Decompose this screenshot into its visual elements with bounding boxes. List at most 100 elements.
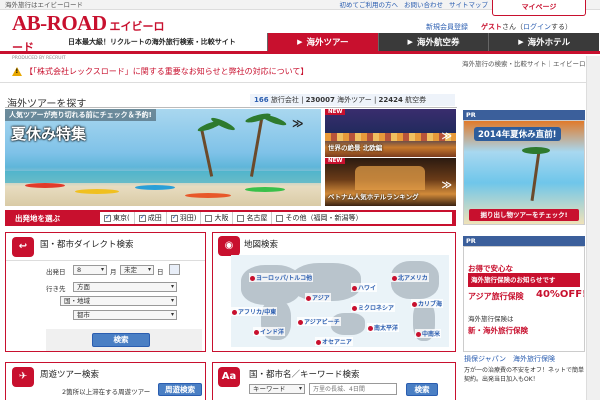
arrow-icon: ▶ (297, 38, 303, 46)
checkbox-icon[interactable] (276, 214, 284, 222)
checkbox-icon[interactable] (205, 214, 213, 222)
stats-bar: 166 旅行会社 | 230007 海外ツアー | 22424 航空券 (250, 94, 455, 106)
ins-discount: 40%OFF! (536, 289, 585, 300)
departure-osaka-label: 大阪 (214, 214, 229, 222)
sidebar-banner-title: 2014年夏休み直前! (474, 127, 561, 141)
stat-flights-label: 航空券 (405, 96, 427, 104)
month-select[interactable]: 8 (73, 265, 107, 275)
register-link[interactable]: 新規会員登録 (426, 22, 468, 32)
map-region-north-america[interactable]: 北アメリカ (391, 273, 429, 282)
departure-tokyo[interactable]: 東京( (100, 212, 135, 224)
departure-osaka[interactable]: 大阪 (201, 212, 234, 224)
sea-graphic (5, 171, 321, 183)
link-contact[interactable]: お問い合わせ (404, 0, 443, 10)
departure-tokyo-label: 東京( (113, 214, 130, 222)
departure-other-label: その他（福岡・新潟等） (285, 214, 363, 222)
departure-label: 出発地を選ぶ (15, 214, 60, 223)
destination-label: 行き先 (46, 285, 66, 293)
region-select[interactable]: 方面 (73, 282, 177, 292)
map-search-panel: ◉ 地図検索 ヨーロッパ/トルコ他 北アメリカ ハワイ アジア アフリカ/中東 … (212, 232, 456, 352)
kayak (245, 187, 285, 192)
nav-underline (0, 51, 600, 54)
tab-hotels[interactable]: ▶ 海外ホテル (488, 33, 600, 51)
day-select[interactable]: 未定 (120, 265, 154, 275)
hotel-graphic (355, 166, 425, 190)
scrollbar[interactable] (586, 56, 600, 400)
departure-other[interactable]: その他（福岡・新潟等） (272, 212, 366, 224)
harbor-houses-graphic (325, 133, 456, 141)
insurance-description: 万が一の治療費の不安をオフ！ネットで簡単契約。出発当日加入もOK！ (464, 367, 585, 383)
stat-flights: 22424 (378, 96, 403, 104)
tab-tours[interactable]: ▶ 海外ツアー (267, 33, 378, 51)
kayak (135, 185, 175, 190)
link-sitemap[interactable]: サイトマップ (449, 0, 488, 10)
keyword-search-button[interactable]: 検索 (406, 383, 438, 396)
map-region-south-pacific[interactable]: 南太平洋 (367, 323, 400, 332)
globe-icon: ◉ (218, 236, 240, 256)
direct-search-button[interactable]: 検索 (92, 333, 150, 347)
sidebar-insurance-banner[interactable]: お得で安心な 海外旅行保険のお知らせです アジア旅行保険 40%OFF! 海外旅… (463, 246, 585, 352)
main-nav: ▶ 海外ツアー ▶ 海外航空券 ▶ 海外ホテル (267, 33, 600, 51)
insurance-link[interactable]: 損保ジャパン 海外旅行保険 (464, 354, 555, 364)
link-first-time[interactable]: 初めてご利用の方へ (340, 0, 399, 10)
mypage-button[interactable]: マイページ (492, 0, 586, 16)
departure-haneda[interactable]: 羽田) (167, 212, 202, 224)
banner-nordic[interactable]: NEW 世界の絶景 北欧編 ≫ (325, 109, 456, 157)
map-region-oceania[interactable]: オセアニア (315, 337, 353, 346)
palm-tree (199, 127, 214, 177)
new-badge: NEW (325, 109, 346, 115)
day-unit: 日 (157, 268, 164, 276)
departure-nagoya[interactable]: 名古屋 (233, 212, 273, 224)
month-unit: 月 (110, 268, 117, 276)
calendar-icon[interactable] (169, 264, 180, 275)
circulation-search-button[interactable]: 周遊検索 (158, 383, 202, 396)
world-map[interactable]: ヨーロッパ/トルコ他 北アメリカ ハワイ アジア アフリカ/中東 ミクロネシア … (231, 255, 449, 347)
tab-tours-label: 海外ツアー (306, 38, 349, 48)
departure-haneda-label: 羽田) (179, 214, 197, 222)
important-notice[interactable]: 【「株式会社レックスロード」に関する重要なお知らせと弊社の対応について】 (12, 66, 308, 77)
departure-narita[interactable]: 成田 (135, 212, 167, 224)
tab-flights[interactable]: ▶ 海外航空券 (377, 33, 489, 51)
banner-vietnam-arrow-icon: ≫ (441, 180, 452, 191)
stat-tours: 230007 (305, 96, 335, 104)
ins-line-6: 新・海外旅行保険 (468, 326, 528, 335)
departure-selector: 出発地を選ぶ 東京( 成田 羽田) 大阪 名古屋 その他（福岡・新潟等） (5, 210, 456, 226)
direct-search-title: 国・都市ダイレクト検索 (40, 240, 134, 250)
keyword-type-select[interactable]: キーワード (249, 384, 305, 394)
checkbox-icon[interactable] (237, 214, 245, 222)
hero-arrow-icon[interactable]: ≫ (292, 117, 304, 130)
keyword-title: 国・都市名／キーワード検索 (249, 370, 360, 380)
map-region-hawaii[interactable]: ハワイ (351, 283, 378, 292)
map-region-micronesia[interactable]: ミクロネシア (351, 303, 396, 312)
checkbox-icon[interactable] (138, 213, 146, 222)
map-region-europe[interactable]: ヨーロッパ/トルコ他 (249, 273, 314, 282)
keyword-search-panel: Aa 国・都市名／キーワード検索 キーワード 検索 (212, 362, 456, 400)
person-icon: ✈ (12, 367, 34, 387)
departure-nagoya-label: 名古屋 (246, 214, 268, 222)
banner-vietnam[interactable]: NEW ベトナム人気ホテルランキング ≫ (325, 158, 456, 206)
divider (6, 260, 205, 261)
tagline: 日本最大級！リクルートの海外旅行検索・比較サイト (68, 38, 236, 46)
summer-feature-banner[interactable]: 人気ツアーが売り切れる前にチェック＆予約! 夏休み特集 (5, 109, 321, 206)
map-region-asia[interactable]: アジア (305, 293, 331, 302)
tab-flights-label: 海外航空券 (416, 38, 460, 48)
departure-narita-label: 成田 (147, 214, 162, 222)
logo-main: AB-ROAD (12, 11, 107, 35)
keyword-input[interactable] (309, 383, 397, 395)
palm-leaf (522, 147, 550, 154)
country-select[interactable]: 国・地域 (60, 296, 177, 306)
map-region-latin-america[interactable]: 中南米 (415, 329, 442, 338)
map-region-asia-beach[interactable]: アジアビーチ (297, 317, 341, 326)
sidebar-summer-banner[interactable]: 2014年夏休み直前! 掘り出し物ツアーをチェック! (463, 120, 585, 225)
ins-line-2: 海外旅行保険のお知らせです (468, 273, 580, 287)
checkbox-icon[interactable] (104, 213, 111, 222)
login-link[interactable]: ログイン (523, 23, 551, 31)
direct-search-panel: ↩ 国・都市ダイレクト検索 出発日 8 月 未定 日 行き先 方面 国・地域 都… (5, 232, 206, 352)
arrow-icon: ▶ (518, 38, 524, 46)
city-select[interactable]: 都市 (73, 310, 177, 320)
map-region-caribbean[interactable]: カリブ海 (411, 299, 444, 308)
map-region-indian-ocean[interactable]: インド洋 (253, 327, 286, 336)
sidebar-banner-cta: 掘り出し物ツアーをチェック! (469, 209, 579, 221)
checkbox-icon[interactable] (170, 213, 178, 222)
map-region-africa[interactable]: アフリカ/中東 (231, 307, 278, 316)
